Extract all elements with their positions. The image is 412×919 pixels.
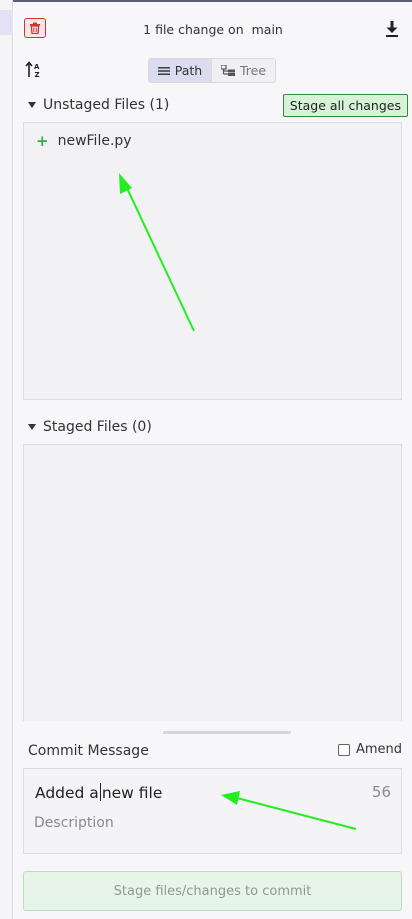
- unstaged-files-list: + newFile.py: [23, 122, 402, 400]
- file-name: newFile.py: [57, 133, 132, 149]
- staged-title: Staged Files (0): [43, 419, 152, 435]
- summary-text-after-cursor: new file: [101, 784, 163, 802]
- amend-toggle[interactable]: Amend: [337, 742, 402, 757]
- commit-message-input[interactable]: Added a new file 56 Description: [23, 768, 402, 854]
- resize-handle[interactable]: [163, 731, 291, 734]
- unstaged-file-item[interactable]: + newFile.py: [36, 132, 132, 150]
- caret-down-icon: [28, 102, 36, 108]
- stage-all-button[interactable]: Stage all changes: [282, 94, 408, 117]
- amend-checkbox[interactable]: [337, 743, 350, 756]
- panel-header: 1 file change on main: [14, 14, 412, 44]
- svg-text:A: A: [34, 63, 40, 71]
- text-cursor: [99, 783, 101, 801]
- path-view-button[interactable]: Path: [149, 59, 212, 82]
- source-control-panel: 1 file change on main A Z Path Tree Unst…: [14, 2, 412, 919]
- plus-icon: +: [36, 132, 49, 150]
- tree-icon: [220, 65, 235, 76]
- unstaged-section-toggle[interactable]: Unstaged Files (1): [28, 97, 169, 113]
- commit-message-label: Commit Message: [28, 743, 149, 759]
- branch-name: main: [251, 22, 283, 37]
- tree-view-button[interactable]: Tree: [211, 59, 275, 82]
- svg-text:Z: Z: [35, 71, 40, 79]
- commit-button[interactable]: Stage files/changes to commit: [23, 871, 402, 911]
- caret-down-icon: [28, 424, 36, 430]
- description-field[interactable]: Description: [34, 815, 114, 831]
- sort-icon[interactable]: A Z: [25, 61, 43, 79]
- change-summary: 1 file change on: [143, 22, 244, 37]
- left-sidebar-strip: [0, 0, 13, 919]
- amend-label: Amend: [355, 742, 402, 757]
- unstaged-title: Unstaged Files (1): [43, 97, 170, 113]
- download-icon[interactable]: [384, 20, 400, 38]
- commit-summary-field[interactable]: Added a new file: [35, 783, 162, 802]
- char-count: 56: [371, 783, 391, 801]
- staged-files-list: [23, 444, 402, 721]
- staged-section-toggle[interactable]: Staged Files (0): [28, 419, 152, 435]
- header-title: 1 file change on main: [14, 22, 412, 37]
- path-view-label: Path: [174, 63, 203, 78]
- tree-view-label: Tree: [239, 63, 267, 78]
- summary-text-before-cursor: Added a: [35, 784, 99, 802]
- selected-row-highlight: [0, 10, 13, 35]
- view-mode-toggle: Path Tree: [148, 58, 276, 83]
- list-icon: [157, 66, 170, 75]
